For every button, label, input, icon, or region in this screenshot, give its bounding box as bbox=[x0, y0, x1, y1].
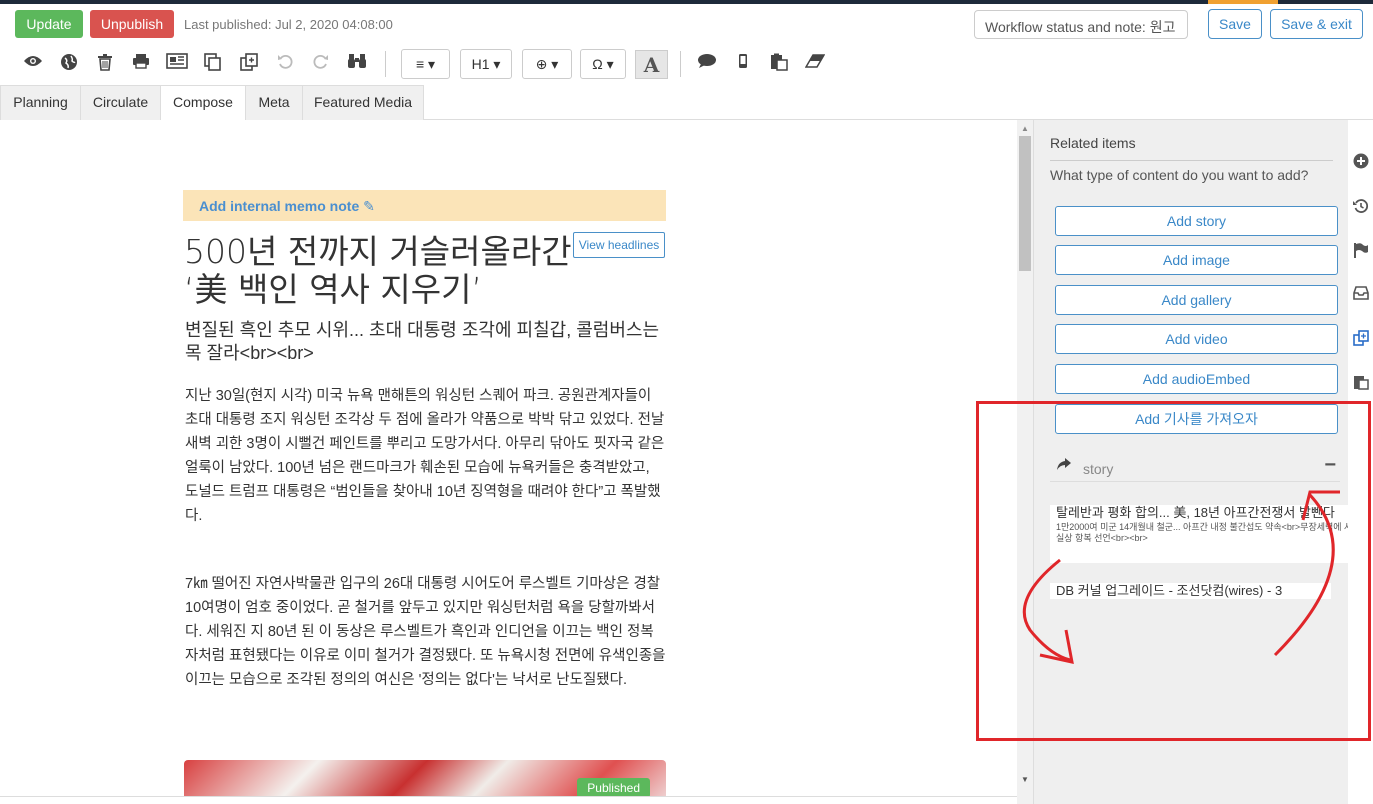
add-story-button[interactable]: Add story bbox=[1055, 206, 1338, 236]
tab-meta[interactable]: Meta bbox=[245, 85, 303, 120]
tab-featured-media[interactable]: Featured Media bbox=[302, 85, 424, 120]
trash-icon[interactable] bbox=[94, 53, 116, 75]
view-headlines-button[interactable]: View headlines bbox=[573, 232, 665, 258]
panel-title: Related items bbox=[1050, 135, 1136, 151]
symbol-dropdown[interactable]: Ω ▾ bbox=[580, 49, 626, 79]
update-button[interactable]: Update bbox=[15, 10, 83, 38]
tab-compose[interactable]: Compose bbox=[160, 85, 246, 121]
subheadline[interactable]: 변질된 흑인 추모 시위... 초대 대통령 조각에 피칠갑, 콜럼버스는 목 … bbox=[185, 319, 665, 365]
headline[interactable]: 500년 전까지 거슬러올라간 ‘美 백인 역사 지우기’ bbox=[184, 233, 579, 309]
save-exit-button[interactable]: Save & exit bbox=[1270, 9, 1363, 39]
toolbar-separator bbox=[680, 51, 681, 77]
eraser-icon[interactable] bbox=[804, 53, 826, 75]
body-paragraph[interactable]: 지난 30일(현지 시각) 미국 뉴욕 맨해튼의 워싱턴 스퀘어 파크. 공원관… bbox=[185, 384, 667, 528]
add-audio-embed-button[interactable]: Add audioEmbed bbox=[1055, 364, 1338, 394]
special-dropdown[interactable]: ⊕ ▾ bbox=[522, 49, 572, 79]
binoculars-icon[interactable] bbox=[346, 53, 368, 75]
top-bar: Update Unpublish Last published: Jul 2, … bbox=[0, 4, 1373, 42]
status-bar bbox=[0, 796, 1017, 804]
undo-icon[interactable] bbox=[274, 53, 296, 75]
panel-divider bbox=[1050, 160, 1333, 161]
workflow-status-field[interactable]: Workflow status and note: 원고 bbox=[974, 10, 1188, 39]
font-format-button[interactable]: A bbox=[635, 50, 668, 79]
scroll-down-arrow[interactable]: ▼ bbox=[1017, 773, 1033, 787]
heading-dropdown[interactable]: H1 ▾ bbox=[460, 49, 512, 79]
unpublish-button[interactable]: Unpublish bbox=[90, 10, 174, 38]
align-dropdown[interactable]: ≡ ▾ bbox=[401, 49, 450, 79]
published-badge: Published bbox=[577, 778, 650, 798]
add-video-button[interactable]: Add video bbox=[1055, 324, 1338, 354]
related-items-icon[interactable] bbox=[1352, 330, 1370, 348]
scroll-up-arrow[interactable]: ▲ bbox=[1017, 122, 1033, 136]
globe-icon[interactable] bbox=[58, 53, 80, 75]
copy-icon[interactable] bbox=[202, 53, 224, 75]
duplicate-icon[interactable] bbox=[238, 53, 260, 75]
newspaper-icon[interactable] bbox=[166, 53, 188, 75]
last-published-text: Last published: Jul 2, 2020 04:08:00 bbox=[184, 17, 393, 32]
paste-icon[interactable] bbox=[768, 53, 790, 75]
internal-memo-note[interactable]: Add internal memo note ✎ bbox=[183, 190, 666, 221]
scroll-thumb[interactable] bbox=[1019, 136, 1031, 271]
inbox-icon[interactable] bbox=[1352, 286, 1370, 304]
add-gallery-button[interactable]: Add gallery bbox=[1055, 285, 1338, 315]
body-paragraph[interactable]: 7㎞ 떨어진 자연사박물관 입구의 26대 대통령 시어도어 루스벨트 기마상은… bbox=[185, 572, 667, 692]
mobile-icon[interactable] bbox=[732, 53, 754, 75]
add-circle-icon[interactable] bbox=[1352, 153, 1370, 171]
panel-question: What type of content do you want to add? bbox=[1050, 167, 1309, 183]
annotation-box bbox=[976, 401, 1371, 741]
comment-icon[interactable] bbox=[696, 53, 718, 75]
editor-toolbar: ≡ ▾ H1 ▾ ⊕ ▾ Ω ▾ A bbox=[0, 45, 1373, 85]
redo-icon[interactable] bbox=[310, 53, 332, 75]
tab-planning[interactable]: Planning bbox=[0, 85, 81, 120]
tab-circulate[interactable]: Circulate bbox=[80, 85, 161, 120]
flag-icon[interactable] bbox=[1352, 242, 1370, 260]
history-icon[interactable] bbox=[1352, 198, 1370, 216]
save-button[interactable]: Save bbox=[1208, 9, 1262, 39]
toolbar-separator bbox=[385, 51, 386, 77]
eye-icon[interactable] bbox=[22, 53, 44, 75]
add-image-button[interactable]: Add image bbox=[1055, 245, 1338, 275]
clipboard-icon[interactable] bbox=[1352, 374, 1370, 392]
print-icon[interactable] bbox=[130, 53, 152, 75]
editor-canvas[interactable]: Add internal memo note ✎ 500년 전까지 거슬러올라간… bbox=[0, 120, 1017, 804]
tab-bar: Planning Circulate Compose Meta Featured… bbox=[0, 85, 1373, 121]
